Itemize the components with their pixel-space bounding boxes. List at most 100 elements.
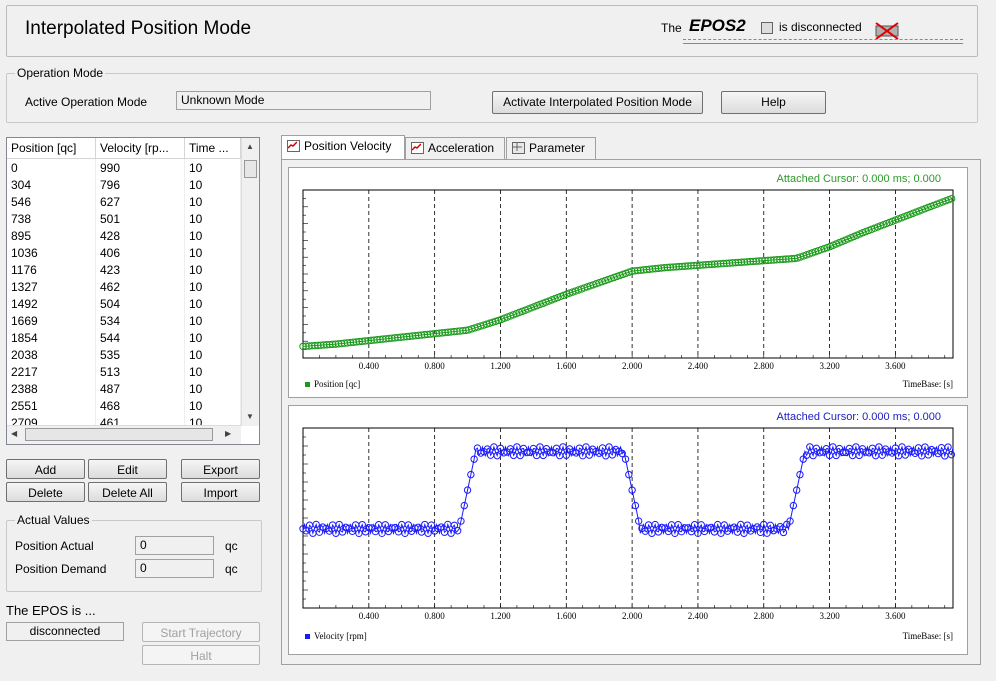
table-cell: 796 bbox=[95, 176, 185, 193]
plot-area bbox=[302, 189, 954, 359]
epos-status-field: disconnected bbox=[6, 622, 124, 641]
table-row[interactable]: 738 501 10 bbox=[7, 210, 241, 227]
col-time[interactable]: Time ... bbox=[184, 138, 241, 159]
table-cell: 2217 bbox=[7, 363, 96, 380]
table-cell: 10 bbox=[184, 193, 241, 210]
edit-button[interactable]: Edit bbox=[88, 459, 167, 479]
table-cell: 2038 bbox=[7, 346, 96, 363]
table-cell: 10 bbox=[184, 244, 241, 261]
table-cell: 468 bbox=[95, 397, 185, 414]
help-button[interactable]: Help bbox=[721, 91, 826, 114]
table-row[interactable]: 2551 468 10 bbox=[7, 397, 241, 414]
line-chart-icon bbox=[287, 140, 300, 152]
actual-values-group: Actual Values Position Actual 0 qc Posit… bbox=[6, 513, 262, 592]
legend-label: Position [qc] bbox=[314, 379, 361, 389]
table-cell: 10 bbox=[184, 261, 241, 278]
line-chart-icon bbox=[411, 142, 424, 154]
scroll-right-arrow[interactable]: ▶ bbox=[225, 429, 231, 438]
vertical-scrollbar[interactable]: ▲ ▼ bbox=[241, 138, 259, 426]
x-tick-label: 2.400 bbox=[688, 611, 709, 621]
table-cell: 0 bbox=[7, 158, 96, 176]
table-cell: 10 bbox=[184, 295, 241, 312]
table-cell: 1854 bbox=[7, 329, 96, 346]
table-row[interactable]: 2217 513 10 bbox=[7, 363, 241, 380]
table-cell: 10 bbox=[184, 176, 241, 193]
trajectory-table[interactable]: Position [qc] Velocity [rp... Time ... 0… bbox=[6, 137, 260, 445]
x-tick-label: 1.200 bbox=[490, 361, 511, 371]
table-cell: 423 bbox=[95, 261, 185, 278]
table-row[interactable]: 1176 423 10 bbox=[7, 261, 241, 278]
tab-parameter[interactable]: Parameter bbox=[506, 137, 596, 159]
table-row[interactable]: 304 796 10 bbox=[7, 176, 241, 193]
x-tick-label: 2.800 bbox=[754, 361, 775, 371]
position-demand-field: 0 bbox=[135, 559, 214, 578]
table-cell: 504 bbox=[95, 295, 185, 312]
position-demand-unit: qc bbox=[225, 562, 238, 576]
scroll-thumb[interactable] bbox=[244, 160, 257, 178]
halt-button[interactable]: Halt bbox=[142, 645, 260, 665]
x-tick-label: 3.600 bbox=[885, 361, 906, 371]
col-position[interactable]: Position [qc] bbox=[7, 138, 96, 159]
table-row[interactable]: 1669 534 10 bbox=[7, 312, 241, 329]
horizontal-scrollbar[interactable]: ◀ ▶ bbox=[7, 425, 241, 444]
operation-mode-group: Operation Mode Active Operation Mode Unk… bbox=[6, 66, 978, 123]
position-demand-label: Position Demand bbox=[15, 562, 107, 576]
position-actual-label: Position Actual bbox=[15, 539, 94, 553]
position-actual-field: 0 bbox=[135, 536, 214, 555]
table-cell: 544 bbox=[95, 329, 185, 346]
table-cell: 546 bbox=[7, 193, 96, 210]
table-row[interactable]: 895 428 10 bbox=[7, 227, 241, 244]
table-row[interactable]: 2038 535 10 bbox=[7, 346, 241, 363]
col-velocity[interactable]: Velocity [rp... bbox=[95, 138, 185, 159]
scroll-up-arrow[interactable]: ▲ bbox=[246, 142, 254, 151]
table-row[interactable]: 546 627 10 bbox=[7, 193, 241, 210]
scroll-down-arrow[interactable]: ▼ bbox=[246, 412, 254, 421]
active-mode-label: Active Operation Mode bbox=[25, 95, 148, 109]
x-tick-label: 2.000 bbox=[622, 611, 643, 621]
x-tick-label: 0.800 bbox=[425, 611, 446, 621]
add-button[interactable]: Add bbox=[6, 459, 85, 479]
table-row[interactable]: 1036 406 10 bbox=[7, 244, 241, 261]
delete-button[interactable]: Delete bbox=[6, 482, 85, 502]
table-cell: 10 bbox=[184, 346, 241, 363]
tab-label: Position Velocity bbox=[304, 139, 392, 153]
velocity-chart-panel: Attached Cursor: 0.000 ms; 0.000 0.400 0.… bbox=[288, 405, 968, 655]
velocity-chart[interactable]: 0.400 0.800 1.200 1.600 2.000 2.400 2.800 3.200… bbox=[289, 406, 967, 654]
velocity-legend: Velocity [rpm] bbox=[305, 631, 367, 641]
table-row[interactable]: 2388 487 10 bbox=[7, 380, 241, 397]
x-tick-label: 2.800 bbox=[754, 611, 775, 621]
page-title: Interpolated Position Mode bbox=[25, 18, 252, 39]
table-row[interactable]: 1492 504 10 bbox=[7, 295, 241, 312]
x-tick-label: 3.200 bbox=[819, 361, 840, 371]
tab-position-velocity[interactable]: Position Velocity bbox=[281, 135, 405, 160]
velocity-xlabel: TimeBase: [s] bbox=[902, 631, 953, 641]
position-chart[interactable]: 0.400 0.800 1.200 1.600 2.000 2.400 2.800 3.200… bbox=[289, 168, 967, 397]
delete-all-button[interactable]: Delete All bbox=[88, 482, 167, 502]
x-tick-label: 2.400 bbox=[688, 361, 709, 371]
legend-swatch bbox=[305, 382, 310, 388]
table-cell: 2551 bbox=[7, 397, 96, 414]
table-cell: 501 bbox=[95, 210, 185, 227]
hscroll-thumb[interactable] bbox=[25, 428, 213, 441]
table-cell: 10 bbox=[184, 329, 241, 346]
x-tick-label: 1.200 bbox=[490, 611, 511, 621]
table-icon bbox=[512, 142, 525, 154]
header-rule bbox=[683, 39, 963, 44]
table-row[interactable]: 0 990 10 bbox=[7, 158, 241, 176]
table-cell: 10 bbox=[184, 363, 241, 380]
disconnected-icon bbox=[873, 20, 901, 40]
table-cell: 990 bbox=[95, 158, 185, 176]
table-row[interactable]: 1854 544 10 bbox=[7, 329, 241, 346]
activate-ipm-button[interactable]: Activate Interpolated Position Mode bbox=[492, 91, 703, 114]
table-row[interactable]: 1327 462 10 bbox=[7, 278, 241, 295]
device-checkbox bbox=[761, 22, 773, 34]
status-prefix: The bbox=[661, 21, 682, 35]
export-button[interactable]: Export bbox=[181, 459, 260, 479]
scroll-left-arrow[interactable]: ◀ bbox=[11, 429, 17, 438]
import-button[interactable]: Import bbox=[181, 482, 260, 502]
start-trajectory-button[interactable]: Start Trajectory bbox=[142, 622, 260, 642]
table-cell: 428 bbox=[95, 227, 185, 244]
position-xlabel: TimeBase: [s] bbox=[902, 379, 953, 389]
table-cell: 304 bbox=[7, 176, 96, 193]
tab-acceleration[interactable]: Acceleration bbox=[405, 137, 505, 159]
